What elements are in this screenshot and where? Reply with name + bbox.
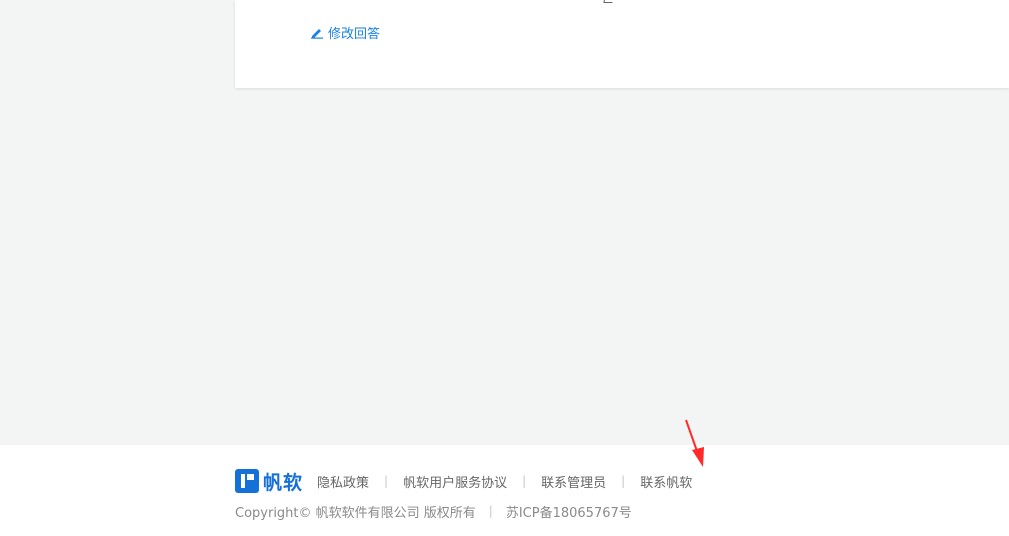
footer-legal: Copyright© 帆软软件有限公司 版权所有 | 苏ICP备18065767… <box>235 502 632 521</box>
answer-card: 修改回答 <box>235 0 1009 88</box>
contact-admin-link[interactable]: 联系管理员 <box>541 472 606 491</box>
fanruan-logo[interactable]: 帆软 <box>235 468 303 495</box>
user-agreement-link[interactable]: 帆软用户服务协议 <box>403 472 507 491</box>
logo-text: 帆软 <box>263 471 304 494</box>
privacy-policy-link[interactable]: 隐私政策 <box>317 472 369 491</box>
copyright-text: Copyright© 帆软软件有限公司 版权所有 <box>235 505 476 521</box>
edit-answer-link[interactable]: 修改回答 <box>310 23 381 42</box>
edit-answer-label: 修改回答 <box>328 26 381 42</box>
fanruan-logo-icon <box>235 469 259 493</box>
divider: | <box>488 504 493 518</box>
divider: | <box>384 474 389 488</box>
divider: | <box>621 474 626 488</box>
pencil-icon <box>310 25 324 39</box>
truncated-text-fragment <box>603 0 614 3</box>
contact-fanruan-link[interactable]: 联系帆软 <box>640 472 692 491</box>
footer-nav: 帆软 隐私政策 | 帆软用户服务协议 | 联系管理员 | 联系帆软 <box>235 468 692 495</box>
icp-link[interactable]: 苏ICP备18065767号 <box>506 502 632 521</box>
divider: | <box>522 474 527 488</box>
site-footer: 帆软 隐私政策 | 帆软用户服务协议 | 联系管理员 | 联系帆软 Copyri… <box>0 445 1009 536</box>
